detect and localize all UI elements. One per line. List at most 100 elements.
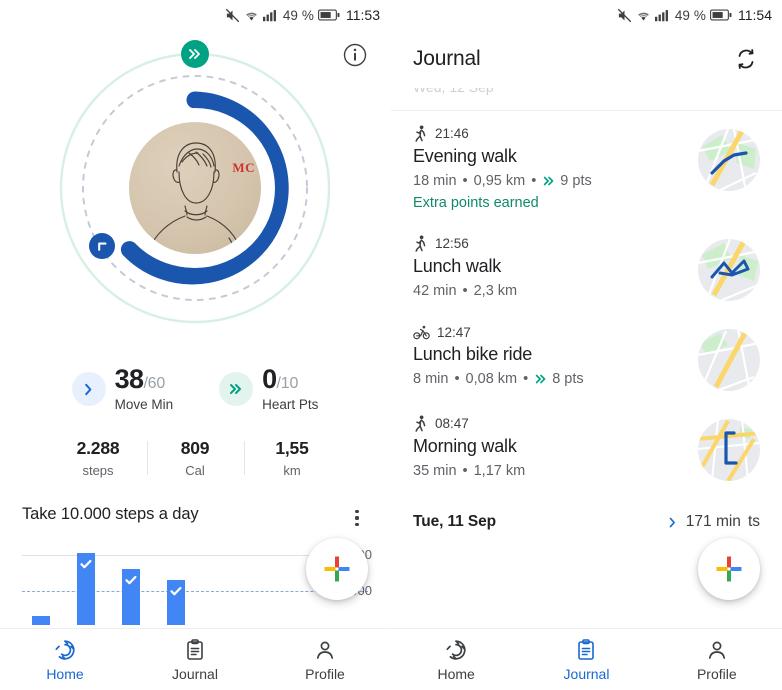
activity-rings-section: MC xyxy=(0,30,390,360)
entry-duration: 8 min xyxy=(413,371,449,387)
stat-steps[interactable]: 2.288 steps xyxy=(50,438,147,478)
entry-details: 12:56 Lunch walk 42 min • 2,3 km xyxy=(413,235,686,299)
walking-icon xyxy=(415,415,426,432)
kebab-menu-icon[interactable] xyxy=(346,505,368,531)
summary-date: Tue, 11 Sep xyxy=(413,513,497,530)
clipboard-icon xyxy=(578,638,595,660)
chart-bar[interactable] xyxy=(122,569,140,625)
activity-ring-widget[interactable]: MC xyxy=(45,38,345,338)
map-route-thumbnail[interactable] xyxy=(698,329,760,391)
nav-item-home[interactable]: Home xyxy=(391,629,521,690)
entry-stats: 8 min • 0,08 km • 8 pts xyxy=(413,371,686,387)
dual-screenshot: 49 % 11:53 MC 38/60 Move Min 0/10 Heart … xyxy=(0,0,782,690)
entry-time: 12:56 xyxy=(435,236,469,251)
nav-label-home: Home xyxy=(46,665,84,682)
journal-header: Journal xyxy=(391,30,782,88)
entry-distance: 0,95 km xyxy=(473,173,526,189)
journal-entry[interactable]: 12:56 Lunch walk 42 min • 2,3 km xyxy=(413,221,760,311)
sync-icon[interactable] xyxy=(732,45,760,73)
stat-calories[interactable]: 809 Cal xyxy=(146,438,244,478)
summary-totals: 171 min ts xyxy=(666,513,760,531)
distance-value: 1,55 xyxy=(275,438,309,458)
home-rings-icon xyxy=(446,639,466,660)
scrolled-row-cut: Wed, 12 Sep xyxy=(391,88,782,106)
nav-item-profile[interactable]: Profile xyxy=(260,629,390,690)
home-rings-icon xyxy=(55,639,75,660)
info-icon[interactable] xyxy=(342,42,368,68)
entry-stats: 35 min • 1,17 km xyxy=(413,463,686,479)
add-activity-fab[interactable] xyxy=(698,538,760,600)
journal-day-summary[interactable]: Tue, 11 Sep 171 min ts xyxy=(413,491,760,541)
goal-check-icon xyxy=(169,584,183,603)
stats-row: 2.288 steps 809 Cal 1,55 km xyxy=(0,438,390,478)
walking-icon xyxy=(415,125,426,142)
avatar-initials: MC xyxy=(232,160,255,175)
entry-meta: 08:47 xyxy=(413,415,686,432)
battery-percent-right: 49 % xyxy=(674,7,706,23)
summary-points-partial: ts xyxy=(747,513,760,530)
signal-bars-icon xyxy=(262,8,279,22)
clock-left: 11:53 xyxy=(346,7,380,23)
entry-sep: • xyxy=(454,371,460,387)
calories-value: 809 xyxy=(180,438,210,458)
person-icon xyxy=(316,641,334,659)
google-plus-icon xyxy=(324,556,350,582)
entry-details: 12:47 Lunch bike ride 8 min • 0,08 km • xyxy=(413,325,686,387)
stat-distance[interactable]: 1,55 km xyxy=(243,438,341,478)
add-activity-fab[interactable] xyxy=(306,538,368,600)
map-route-thumbnail[interactable] xyxy=(698,239,760,301)
nav-label-profile: Profile xyxy=(305,665,345,682)
metric-move-min[interactable]: 38/60 Move Min xyxy=(71,366,173,412)
map-route-thumbnail[interactable] xyxy=(698,129,760,191)
status-bar-left: 49 % 11:53 xyxy=(0,0,390,30)
double-chevron-icon xyxy=(544,176,554,186)
avatar[interactable]: MC xyxy=(129,122,261,254)
mute-icon xyxy=(617,8,632,23)
entry-sep: • xyxy=(462,283,468,299)
entry-meta: 12:47 xyxy=(413,325,686,340)
journal-entry[interactable]: 08:47 Morning walk 35 min • 1,17 km xyxy=(413,401,760,491)
nav-item-home[interactable]: Home xyxy=(0,629,130,690)
chart-title: Take 10.000 steps a day xyxy=(22,505,199,523)
nav-item-profile[interactable]: Profile xyxy=(652,629,782,690)
entry-sep: • xyxy=(531,173,537,189)
nav-item-journal[interactable]: Journal xyxy=(521,629,651,690)
entry-points-value: 8 pts xyxy=(552,371,584,387)
nav-label-journal: Journal xyxy=(563,665,610,682)
entry-time: 12:47 xyxy=(437,325,471,340)
entry-distance: 2,3 km xyxy=(473,283,518,299)
summary-move-min: 171 min xyxy=(685,513,741,530)
chart-bars xyxy=(32,553,185,625)
page-title: Journal xyxy=(413,47,481,70)
chart-bar[interactable] xyxy=(167,580,185,625)
battery-icon xyxy=(318,9,340,21)
chart-bar[interactable] xyxy=(32,616,50,625)
journal-entry[interactable]: 21:46 Evening walk 18 min • 0,95 km • 9 … xyxy=(413,111,760,221)
chart-bar[interactable] xyxy=(77,553,95,625)
entry-details: 21:46 Evening walk 18 min • 0,95 km • 9 … xyxy=(413,125,686,211)
entry-sep: • xyxy=(462,173,468,189)
avatar-sketch xyxy=(148,142,242,254)
entry-time: 08:47 xyxy=(435,416,469,431)
heart-pts-goal: /10 xyxy=(276,375,299,392)
nav-item-journal[interactable]: Journal xyxy=(130,629,260,690)
entry-points: 8 pts xyxy=(534,371,584,387)
chevron-right-icon xyxy=(669,517,675,527)
journal-entry-list: 21:46 Evening walk 18 min • 0,95 km • 9 … xyxy=(391,111,782,541)
wifi-icon xyxy=(636,8,651,23)
metric-heart-pts[interactable]: 0/10 Heart Pts xyxy=(219,366,318,412)
entry-extra-points: Extra points earned xyxy=(413,195,539,211)
map-route-thumbnail[interactable] xyxy=(698,419,760,481)
journal-entry[interactable]: 12:47 Lunch bike ride 8 min • 0,08 km • xyxy=(413,311,760,401)
chevron-right-icon xyxy=(71,372,106,406)
goal-check-icon xyxy=(124,573,138,592)
entry-distance: 0,08 km xyxy=(465,371,518,387)
cycling-icon xyxy=(413,325,430,340)
steps-label: steps xyxy=(82,463,114,478)
nav-label-profile: Profile xyxy=(696,665,737,682)
entry-duration: 18 min xyxy=(413,173,457,189)
status-bar-right: 49 % 11:54 xyxy=(391,0,782,30)
heart-points-badge[interactable] xyxy=(181,40,209,68)
move-min-goal: /60 xyxy=(143,375,166,392)
entry-points: 9 pts xyxy=(542,173,592,189)
